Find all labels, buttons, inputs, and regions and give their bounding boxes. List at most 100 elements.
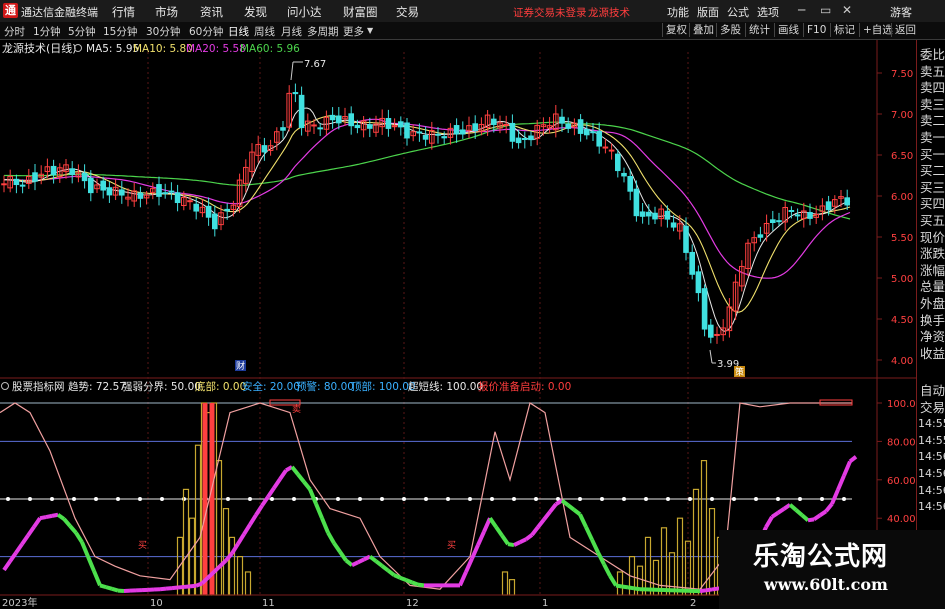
divide-dot (402, 497, 406, 501)
chart-area[interactable]: 7.50 7.00 6.50 6.00 5.50 5.00 4.50 4.00 龙源技术(日线… (0, 40, 916, 609)
trend-segment (357, 557, 365, 565)
tool-mark[interactable]: 标记 (830, 23, 855, 37)
trend-segment (51, 512, 59, 518)
candle-body (689, 251, 696, 275)
period-tab-monthly[interactable]: 月线 (281, 24, 302, 39)
divide-dot (512, 497, 516, 501)
candle-body (1, 183, 7, 186)
menu-trade[interactable]: 交易 (396, 4, 419, 20)
watermark: 乐淘公式网 www.60lt.com (719, 530, 945, 609)
period-tab-1min[interactable]: 1分钟 (33, 24, 61, 39)
svg-text:策: 策 (735, 366, 744, 378)
candle-body (565, 123, 572, 129)
candle-body (398, 121, 404, 128)
more-dropdown-icon[interactable]: ▼ (367, 26, 373, 35)
menu-market[interactable]: 市场 (155, 4, 178, 20)
candle-body (261, 145, 268, 153)
trend-segment (507, 542, 515, 548)
tool-add-watchlist[interactable]: +自选 (859, 23, 893, 37)
divide-dot (688, 497, 692, 501)
candle-body (503, 123, 509, 126)
menu-function[interactable]: 功能 (667, 4, 689, 20)
divide-dot (820, 497, 824, 501)
quote-field-label: 外盘 (920, 296, 945, 311)
candle-body (509, 122, 516, 142)
divide-dot (490, 497, 494, 501)
trend-segment (111, 586, 119, 593)
candle-body (794, 214, 801, 217)
indicator-name[interactable]: 股票指标网 (12, 380, 65, 393)
candle-body (88, 177, 94, 194)
candle-body (81, 172, 88, 182)
candle-body (683, 225, 689, 253)
candle-body (193, 203, 199, 212)
login-warning[interactable]: 证券交易未登录 (513, 5, 587, 20)
price-tick-label: 6.00 (891, 192, 913, 203)
candle-body (615, 153, 621, 172)
divide-dot (160, 497, 164, 501)
period-tab-more[interactable]: 更多 (343, 24, 364, 39)
menu-wealth[interactable]: 财富圈 (343, 4, 378, 20)
trend-segment (405, 578, 413, 585)
trend-segment (621, 584, 629, 590)
candle-body (776, 220, 782, 223)
quote-field-label: 卖三 (920, 96, 945, 112)
app-logo-icon: 通 (3, 3, 18, 18)
period-tab-5min[interactable]: 5分钟 (68, 24, 96, 39)
price-tick-label: 5.00 (891, 274, 913, 285)
menu-news[interactable]: 资讯 (200, 4, 223, 20)
tool-draw[interactable]: 画线 (774, 23, 799, 37)
tool-overlay[interactable]: 叠加 (689, 23, 714, 37)
menu-options[interactable]: 选项 (757, 4, 779, 20)
candle-body (298, 94, 305, 129)
period-tab-timeshare[interactable]: 分时 (4, 24, 25, 39)
indicator-red-bar (209, 403, 215, 595)
quote-field-label: 卖一 (920, 130, 945, 145)
period-tab-15min[interactable]: 15分钟 (103, 24, 137, 39)
tool-stats[interactable]: 统计 (745, 23, 770, 37)
candle-body (348, 113, 354, 127)
tool-multistock[interactable]: 多股 (716, 23, 741, 37)
period-tab-multi[interactable]: 多周期 (307, 24, 339, 39)
divide-dot (28, 497, 32, 501)
menu-layout[interactable]: 版面 (697, 4, 719, 20)
candle-body (460, 129, 466, 135)
candle-body (652, 212, 658, 220)
trade-time-label: 交易 (920, 399, 945, 415)
menu-ask[interactable]: 问小达 (287, 4, 322, 20)
period-tab-daily[interactable]: 日线 (228, 24, 249, 39)
quote-field-label: 涨幅 (920, 262, 945, 278)
quote-field-label: 买三 (920, 179, 945, 195)
divide-dot (270, 497, 274, 501)
menu-quotes[interactable]: 行情 (112, 4, 135, 20)
candle-body (621, 172, 627, 177)
indicator-tick-label: 80.00 (887, 437, 916, 448)
candle-body (633, 188, 640, 217)
candle-body (757, 234, 764, 238)
divide-dot (116, 497, 120, 501)
candle-body (701, 288, 708, 330)
candle-body (137, 192, 144, 199)
period-tab-60min[interactable]: 60分钟 (189, 24, 223, 39)
close-icon[interactable]: ✕ (842, 3, 852, 17)
tool-back[interactable]: 返回 (891, 23, 916, 37)
candle-body (491, 118, 497, 125)
candle-body (825, 201, 832, 211)
restore-icon[interactable]: ▭ (820, 3, 831, 17)
period-tab-weekly[interactable]: 周线 (254, 24, 275, 39)
minimize-icon[interactable]: ─ (798, 3, 805, 17)
period-tab-30min[interactable]: 30分钟 (146, 24, 180, 39)
quote-field-label: 总量 (920, 279, 945, 295)
trend-segment (39, 515, 47, 521)
tool-f10[interactable]: F10 (803, 23, 826, 37)
divide-dot (666, 497, 670, 501)
trend-segment (393, 573, 401, 580)
menu-discover[interactable]: 发现 (244, 4, 267, 20)
menu-formula[interactable]: 公式 (727, 4, 749, 20)
divide-dot (336, 497, 340, 501)
indicator-tick-label: 40.00 (887, 514, 916, 525)
tool-adjust[interactable]: 复权 (662, 23, 687, 37)
candle-body (416, 131, 423, 134)
guest-login[interactable]: 游客 (890, 4, 912, 20)
candle-body (608, 149, 615, 152)
